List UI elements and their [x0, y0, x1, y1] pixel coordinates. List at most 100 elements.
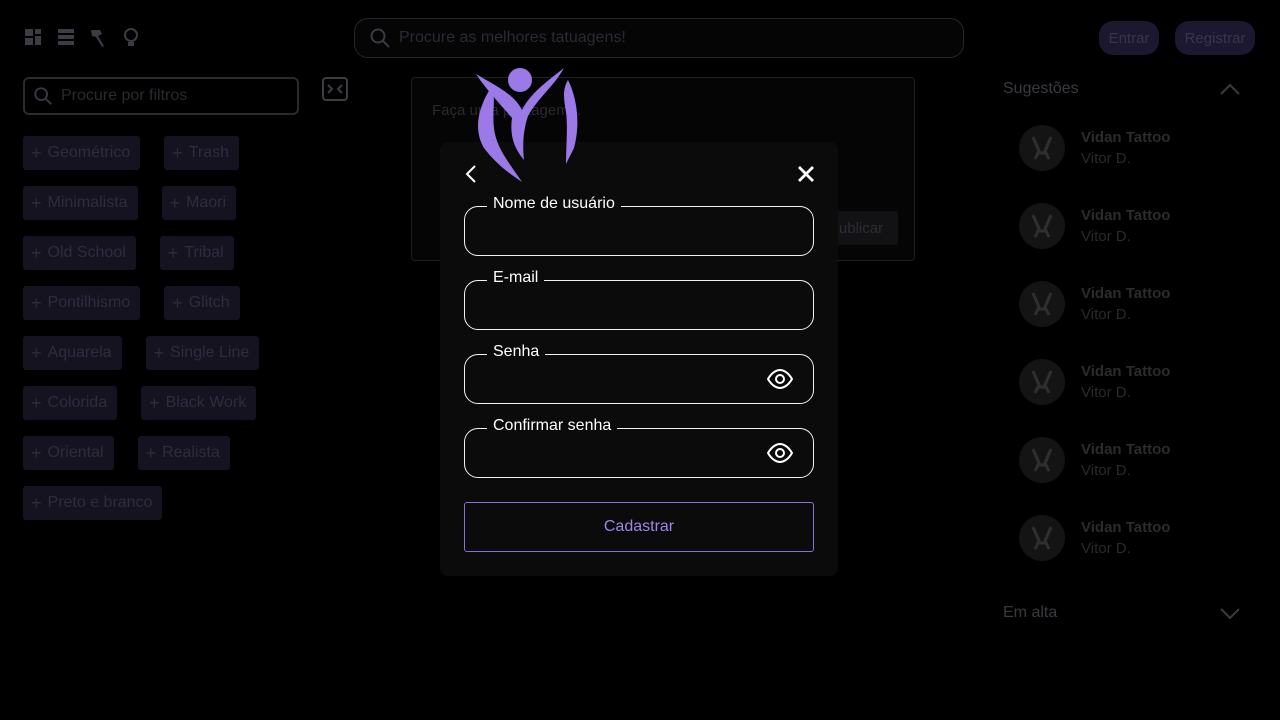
plus-icon: +	[172, 292, 183, 313]
tag-aquarela[interactable]: + Aquarela	[23, 336, 122, 370]
suggestion-user: Vitor D.	[1081, 228, 1131, 245]
chevron-down-icon[interactable]	[1218, 601, 1242, 625]
main-search-input[interactable]: Procure as melhores tatuagens!	[354, 18, 964, 58]
email-field[interactable]: E-mail	[464, 269, 814, 330]
tag-preto-e-branco[interactable]: + Preto e branco	[23, 486, 163, 520]
lightbulb-icon[interactable]	[120, 26, 142, 48]
filter-search-input[interactable]: Procure por filtros	[23, 77, 299, 115]
tag-label: Realista	[162, 444, 220, 461]
register-button[interactable]: Registrar	[1175, 21, 1255, 55]
tag-label: Glitch	[188, 294, 230, 311]
tag-label: Colorida	[47, 394, 108, 411]
suggestions-list: Vidan Tattoo Vitor D. Vidan Tattoo Vitor D…	[1019, 124, 1170, 592]
tag-realista[interactable]: + Realista	[137, 436, 230, 470]
filter-tags: + Geométrico + Trash + Minimalista + Maori +…	[23, 136, 283, 536]
plus-icon: +	[31, 292, 42, 313]
suggestion-user: Vitor D.	[1081, 540, 1131, 557]
close-icon	[798, 166, 814, 182]
suggestion-item[interactable]: Vidan Tattoo Vitor D.	[1019, 514, 1170, 562]
avatar	[1019, 125, 1065, 171]
tag-minimalista[interactable]: + Minimalista	[23, 186, 138, 220]
eye-icon[interactable]	[767, 442, 793, 464]
tag-label: Black Work	[165, 394, 247, 411]
tag-pontilhismo[interactable]: + Pontilhismo	[23, 286, 141, 320]
username-label: Nome de usuário	[487, 195, 621, 213]
search-placeholder: Procure as melhores tatuagens!	[399, 29, 626, 46]
tag-colorida[interactable]: + Colorida	[23, 386, 118, 420]
search-icon	[34, 87, 52, 105]
suggestion-user: Vitor D.	[1081, 384, 1131, 401]
suggestion-item[interactable]: Vidan Tattoo Vitor D.	[1019, 436, 1170, 484]
avatar	[1019, 515, 1065, 561]
tag-label: Maori	[186, 194, 227, 211]
search-icon	[370, 28, 390, 48]
tag-maori[interactable]: + Maori	[161, 186, 237, 220]
tag-geometrico[interactable]: + Geométrico	[23, 136, 141, 170]
chevron-up-icon[interactable]	[1218, 78, 1242, 102]
tag-label: Old School	[47, 244, 126, 261]
login-button[interactable]: Entrar	[1099, 21, 1159, 55]
suggestion-name: Vidan Tattoo	[1081, 207, 1171, 224]
password-field[interactable]: Senha	[464, 343, 814, 404]
suggestion-item[interactable]: Vidan Tattoo Vitor D.	[1019, 124, 1170, 172]
tag-tribal[interactable]: + Tribal	[159, 236, 234, 270]
suggestion-name: Vidan Tattoo	[1081, 129, 1171, 146]
tag-label: Tribal	[184, 244, 224, 261]
confirm-password-label: Confirmar senha	[487, 417, 618, 435]
close-button[interactable]	[794, 162, 818, 186]
plus-icon: +	[31, 142, 42, 163]
suggestion-user: Vitor D.	[1081, 462, 1131, 479]
tag-old-school[interactable]: + Old School	[23, 236, 136, 270]
tag-trash[interactable]: + Trash	[164, 136, 240, 170]
suggestion-name: Vidan Tattoo	[1081, 285, 1171, 302]
plus-icon: +	[31, 392, 42, 413]
suggestion-user: Vitor D.	[1081, 150, 1131, 167]
plus-icon: +	[31, 192, 42, 213]
chevron-left-icon	[465, 165, 476, 183]
tag-black-work[interactable]: + Black Work	[141, 386, 257, 420]
tag-label: Pontilhismo	[47, 294, 131, 311]
grid-view-icon[interactable]	[24, 26, 46, 48]
confirm-password-input[interactable]	[477, 439, 757, 467]
view-icons	[24, 26, 142, 48]
tag-label: Trash	[188, 144, 230, 161]
username-field[interactable]: Nome de usuário	[464, 195, 814, 256]
suggestion-item[interactable]: Vidan Tattoo Vitor D.	[1019, 202, 1170, 250]
tag-oriental[interactable]: + Oriental	[23, 436, 114, 470]
tag-label: Geométrico	[47, 144, 131, 161]
suggestion-name: Vidan Tattoo	[1081, 363, 1171, 380]
list-view-icon[interactable]	[56, 26, 78, 48]
register-submit-button[interactable]: Cadastrar	[464, 502, 814, 552]
email-label: E-mail	[487, 269, 545, 287]
filter-search-placeholder: Procure por filtros	[61, 87, 188, 104]
suggestions-title: Sugestões	[1003, 80, 1079, 97]
suggestion-user: Vitor D.	[1081, 306, 1131, 323]
avatar	[1019, 437, 1065, 483]
eye-icon[interactable]	[767, 368, 793, 390]
tag-glitch[interactable]: + Glitch	[164, 286, 240, 320]
plus-icon: +	[172, 142, 183, 163]
password-input[interactable]	[477, 365, 757, 393]
password-label: Senha	[487, 343, 546, 361]
plus-icon: +	[31, 242, 42, 263]
suggestion-name: Vidan Tattoo	[1081, 519, 1171, 536]
tag-single-line[interactable]: + Single Line	[145, 336, 260, 370]
tag-label: Single Line	[170, 344, 250, 361]
plus-icon: +	[169, 192, 181, 213]
plus-icon: +	[149, 392, 160, 413]
suggestion-item[interactable]: Vidan Tattoo Vitor D.	[1019, 358, 1170, 406]
tattoo-machine-icon[interactable]	[88, 26, 110, 48]
plus-icon: +	[167, 242, 179, 263]
avatar	[1019, 359, 1065, 405]
confirm-password-field[interactable]: Confirmar senha	[464, 417, 814, 478]
filter-collapse-icon[interactable]	[322, 77, 348, 101]
back-button[interactable]	[460, 162, 484, 186]
avatar	[1019, 203, 1065, 249]
avatar	[1019, 281, 1065, 327]
suggestion-item[interactable]: Vidan Tattoo Vitor D.	[1019, 280, 1170, 328]
plus-icon: +	[31, 442, 42, 463]
username-input[interactable]	[477, 217, 757, 245]
trending-title: Em alta	[1003, 604, 1058, 621]
suggestion-name: Vidan Tattoo	[1081, 441, 1171, 458]
email-input[interactable]	[477, 291, 757, 319]
